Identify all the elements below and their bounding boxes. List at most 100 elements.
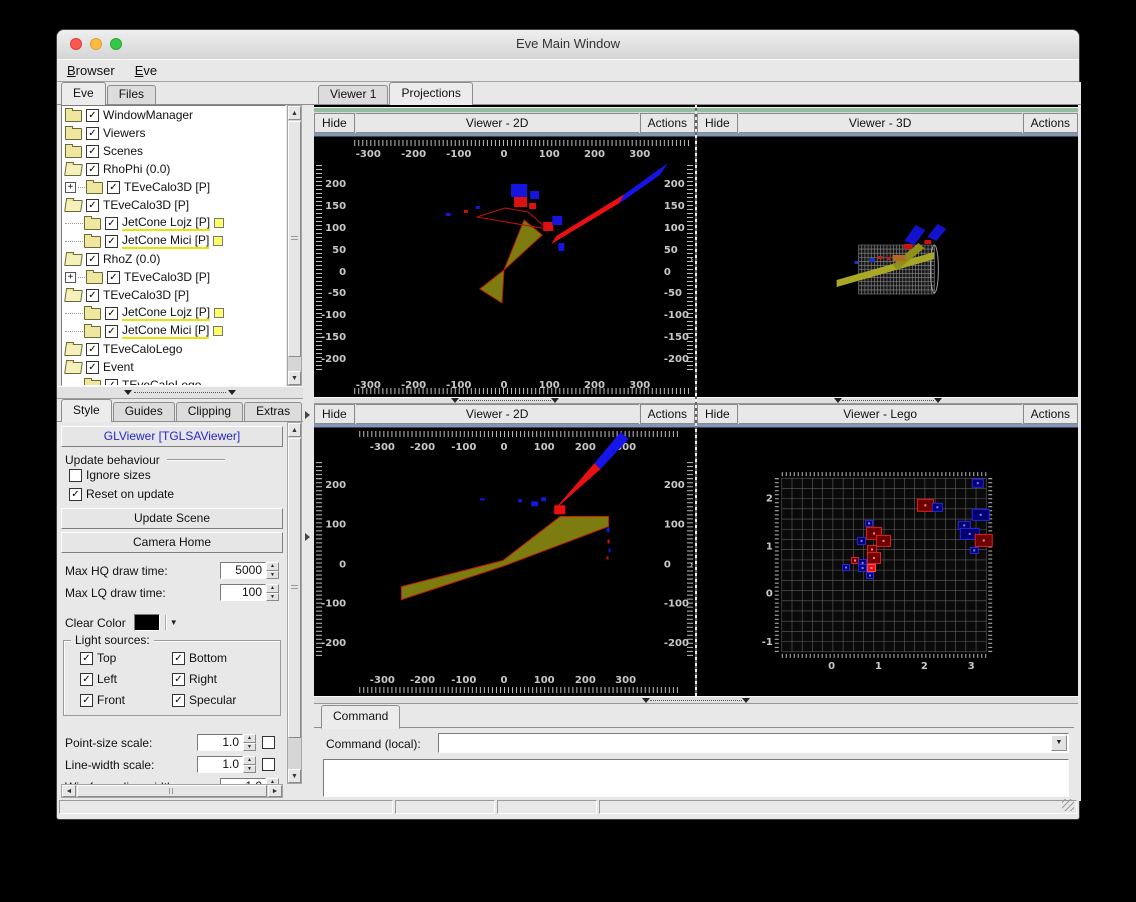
spinner-value[interactable]: 1.0 — [197, 756, 243, 773]
hscrollbar-thumb[interactable] — [77, 785, 267, 797]
checkbox[interactable]: ✓ — [105, 216, 118, 230]
scroll-left-icon[interactable]: ◄ — [62, 785, 76, 797]
checkbox[interactable]: ✓ — [86, 360, 99, 374]
hide-button[interactable]: Hide — [314, 404, 355, 424]
spin-up-icon[interactable]: ▲ — [243, 756, 256, 765]
checkbox[interactable] — [69, 468, 82, 482]
tree-style-splitter[interactable] — [57, 386, 303, 399]
tree-item[interactable]: ✓ JetCone Lojz [P] — [62, 214, 285, 232]
menu-item-browser[interactable]: Browser — [57, 60, 125, 81]
style-scrollbar[interactable]: ▲ ▼ — [287, 422, 302, 784]
tree-item[interactable]: ✓ JetCone Lojz [P] — [62, 304, 285, 322]
tree-scrollbar[interactable]: ▲ ▼ — [287, 105, 302, 386]
clear-color-dropdown-icon[interactable]: ▼ — [170, 618, 178, 627]
update-scene-button[interactable]: Update Scene — [61, 508, 283, 529]
scroll-up-icon[interactable]: ▲ — [288, 106, 301, 120]
tab-files[interactable]: Files — [106, 85, 157, 104]
checkbox[interactable]: ✓ — [86, 288, 99, 302]
scroll-down-icon[interactable]: ▼ — [288, 371, 301, 385]
viewer-column-splitter[interactable] — [695, 105, 697, 704]
checkbox[interactable] — [262, 736, 275, 749]
window-titlebar[interactable]: Eve Main Window — [57, 30, 1079, 60]
checkbox[interactable]: ✓ — [86, 162, 99, 176]
checkbox[interactable]: ✓ — [172, 693, 185, 707]
viewer-command-splitter[interactable] — [314, 696, 1078, 704]
scroll-right-icon[interactable]: ► — [268, 785, 282, 797]
checkbox[interactable]: ✓ — [107, 180, 120, 194]
tree-item[interactable]: ✓ JetCone Mici [P] — [62, 232, 285, 250]
actions-button[interactable]: Actions — [639, 113, 695, 133]
spin-down-icon[interactable]: ▼ — [266, 592, 279, 601]
zoom-button[interactable] — [110, 38, 122, 50]
checkbox[interactable]: ✓ — [86, 144, 99, 158]
checkbox[interactable]: ✓ — [80, 693, 93, 707]
tab-extras[interactable]: Extras — [244, 402, 303, 421]
tab-command[interactable]: Command — [321, 705, 401, 729]
checkbox[interactable]: ✓ — [172, 651, 185, 665]
tree-item[interactable]: ✓ WindowManager — [62, 106, 285, 124]
sidebar-vertical-splitter[interactable] — [303, 105, 314, 798]
tab-projections[interactable]: Projections — [389, 82, 473, 105]
gl-viewport-lego[interactable]: 2 1 0 -1 0 1 2 3 — [697, 428, 1078, 696]
tree-item[interactable]: ✓ TEveCalo3D [P] — [62, 286, 285, 304]
actions-button[interactable]: Actions — [639, 404, 695, 424]
spin-up-icon[interactable]: ▲ — [243, 734, 256, 743]
expander-plus-icon[interactable]: + — [65, 181, 76, 193]
gl-viewport-2d-rhoz[interactable]: -300 -200 -100 0 100 200 300 -300 -200 -100 0 100 20… — [314, 428, 695, 696]
tree-item[interactable]: + ✓ TEveCalo3D [P] — [62, 178, 285, 196]
actions-button[interactable]: Actions — [1022, 404, 1078, 424]
close-button[interactable] — [70, 38, 82, 50]
checkbox[interactable]: ✓ — [172, 672, 185, 686]
tab-style[interactable]: Style — [61, 399, 112, 422]
viewer-row-splitter[interactable] — [697, 397, 1078, 404]
checkbox[interactable]: ✓ — [80, 672, 93, 686]
checkbox[interactable]: ✓ — [86, 108, 99, 122]
gl-viewport-3d[interactable] — [697, 137, 1078, 397]
command-output[interactable] — [323, 759, 1069, 797]
tab-clipping[interactable]: Clipping — [175, 402, 244, 421]
tree-item[interactable]: ✓ TEveCaloLego — [62, 376, 285, 385]
checkbox[interactable]: ✓ — [80, 651, 93, 665]
checkbox[interactable]: ✓ — [105, 324, 118, 338]
actions-button[interactable]: Actions — [1022, 113, 1078, 133]
spin-down-icon[interactable]: ▼ — [243, 742, 256, 751]
checkbox[interactable]: ✓ — [105, 306, 118, 320]
checkbox[interactable]: ✓ — [86, 126, 99, 140]
tree-item[interactable]: ✓ JetCone Mici [P] — [62, 322, 285, 340]
tree-item[interactable]: ✓ Viewers — [62, 124, 285, 142]
tab-guides[interactable]: Guides — [112, 402, 175, 421]
checkbox[interactable] — [262, 758, 275, 771]
gl-viewer-button[interactable]: GLViewer [TGLSAViewer] — [61, 426, 283, 447]
combobox-dropdown-icon[interactable]: ▼ — [1051, 735, 1067, 751]
style-scrollbar-thumb[interactable] — [288, 438, 301, 738]
checkbox[interactable]: ✓ — [86, 342, 99, 356]
checkbox[interactable]: ✓ — [105, 378, 118, 385]
spinner-value[interactable]: 5000 — [220, 562, 266, 579]
expander-plus-icon[interactable]: + — [65, 271, 76, 283]
checkbox[interactable]: ✓ — [107, 270, 120, 284]
spin-down-icon[interactable]: ▼ — [266, 570, 279, 579]
tree-scrollbar-thumb[interactable] — [288, 121, 301, 357]
command-combobox[interactable]: ▼ — [438, 733, 1069, 753]
checkbox[interactable]: ✓ — [105, 234, 118, 248]
scroll-up-icon[interactable]: ▲ — [288, 423, 301, 437]
spinner-value[interactable]: 100 — [220, 584, 266, 601]
tree-item[interactable]: ✓ RhoPhi (0.0) — [62, 160, 285, 178]
hide-button[interactable]: Hide — [697, 113, 738, 133]
resize-grip-icon[interactable] — [1062, 799, 1074, 811]
style-horizontal-scrollbar[interactable]: ◄ ► — [61, 784, 283, 798]
spin-up-icon[interactable]: ▲ — [266, 562, 279, 571]
tree-item[interactable]: + ✓ TEveCalo3D [P] — [62, 268, 285, 286]
checkbox[interactable]: ✓ — [86, 198, 99, 212]
tree-item[interactable]: ✓ TEveCaloLego — [62, 340, 285, 358]
clear-color-swatch[interactable] — [133, 614, 160, 631]
spin-up-icon[interactable]: ▲ — [266, 584, 279, 593]
camera-home-button[interactable]: Camera Home — [61, 532, 283, 553]
tree-item[interactable]: ✓ TEveCalo3D [P] — [62, 196, 285, 214]
spin-down-icon[interactable]: ▼ — [243, 764, 256, 773]
minimize-button[interactable] — [90, 38, 102, 50]
tab-viewer-1[interactable]: Viewer 1 — [318, 85, 389, 104]
tree-item[interactable]: ✓ RhoZ (0.0) — [62, 250, 285, 268]
tree-item[interactable]: ✓ Event — [62, 358, 285, 376]
menu-item-eve[interactable]: Eve — [125, 60, 167, 81]
